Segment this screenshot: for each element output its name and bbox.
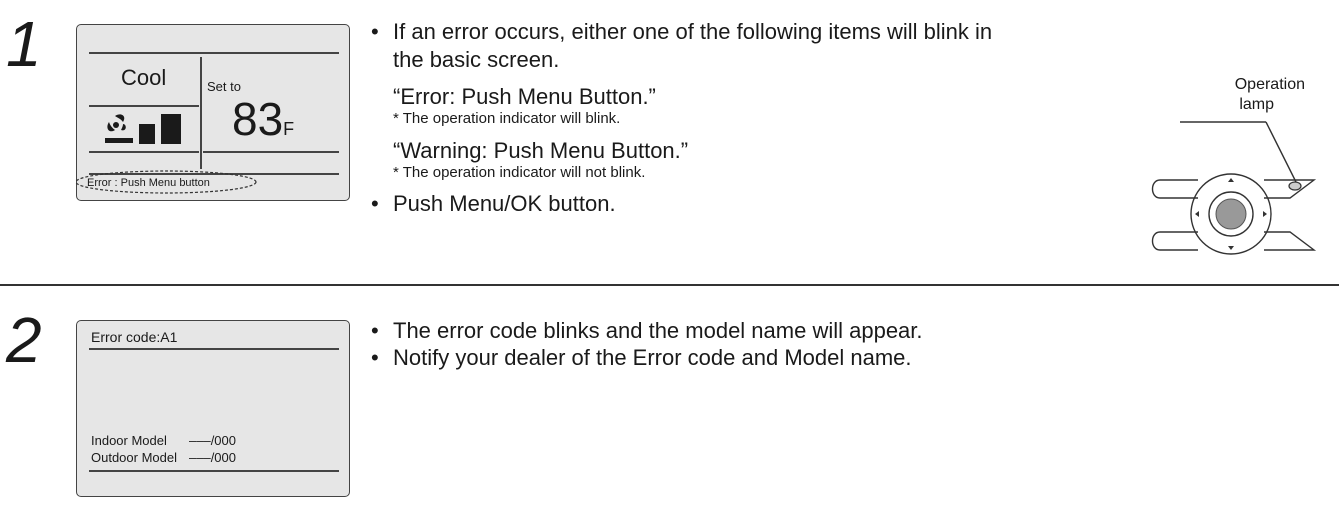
step-number-1: 1 xyxy=(6,8,42,80)
push-button-instruction: Push Menu/OK button. xyxy=(371,191,616,217)
lcd2-bottom-rule xyxy=(89,470,339,472)
lcd-vertical-rule xyxy=(200,57,202,169)
intro-text-line1: If an error occurs, either one of the fo… xyxy=(371,19,992,45)
error-note: * The operation indicator will blink. xyxy=(393,110,621,127)
error-code-instruction: The error code blinks and the model name… xyxy=(371,318,922,344)
lcd2-top-rule xyxy=(89,348,339,350)
error-message-text: “Error: Push Menu Button.” xyxy=(393,84,656,109)
status-message: Error : Push Menu button xyxy=(87,177,210,189)
lcd-screen-basic: Cool Set to 83F Error : Push Menu button xyxy=(75,24,350,201)
lcd-screen-error-code: Error code:A1 Indoor Model –––/000 Outdo… xyxy=(76,320,350,497)
lcd-top-rule xyxy=(89,52,339,54)
mode-label: Cool xyxy=(121,65,167,90)
set-to-label: Set to xyxy=(207,79,241,94)
set-temperature: 83F xyxy=(232,93,295,145)
fan-speed-icon xyxy=(105,114,181,144)
warning-message-text: “Warning: Push Menu Button.” xyxy=(393,138,689,163)
outdoor-model-label: Outdoor Model xyxy=(91,450,177,465)
outdoor-model-value: –––/000 xyxy=(189,450,236,465)
remote-control-illustration xyxy=(1151,121,1317,255)
error-code-label: Error code:A1 xyxy=(91,329,178,345)
lcd-mode-rule xyxy=(89,105,199,107)
lcd-fan-rule xyxy=(89,151,199,153)
notify-dealer-instruction: Notify your dealer of the Error code and… xyxy=(371,345,911,371)
intro-text-line2: the basic screen. xyxy=(393,47,560,72)
step-number-2: 2 xyxy=(6,304,42,376)
operation-lamp-label-line1: Operation xyxy=(1234,76,1305,93)
section-divider xyxy=(0,284,1339,286)
indoor-model-label: Indoor Model xyxy=(91,433,167,448)
indoor-model-value: –––/000 xyxy=(189,433,236,448)
warning-note: * The operation indicator will not blink… xyxy=(393,164,646,181)
